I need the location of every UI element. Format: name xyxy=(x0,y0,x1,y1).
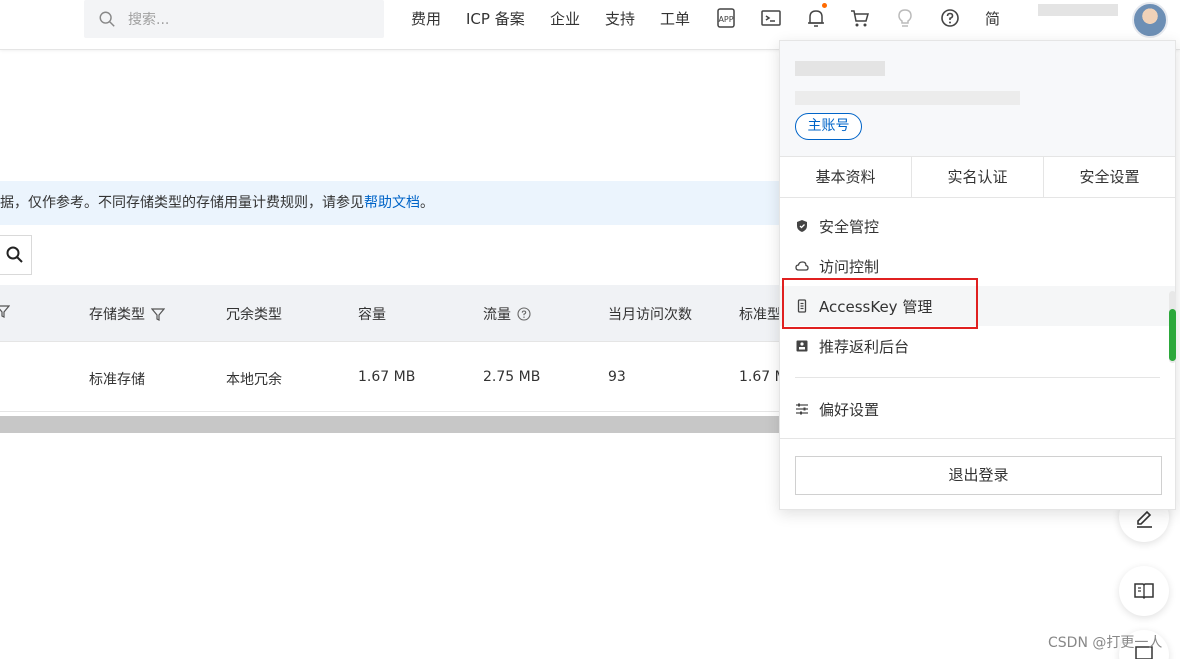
menu-item-label: 推荐返利后台 xyxy=(819,337,910,356)
menu-divider xyxy=(780,438,1175,439)
cell-capacity: 1.67 MB xyxy=(358,369,416,385)
nav-billing[interactable]: 费用 xyxy=(411,9,441,29)
nav-icp[interactable]: ICP 备案 xyxy=(466,9,525,29)
svg-text:APP: APP xyxy=(718,15,733,24)
cell-storage-type: 标准存储 xyxy=(89,372,145,388)
tab-security-settings[interactable]: 安全设置 xyxy=(1044,157,1175,197)
app-icon[interactable]: APP xyxy=(715,7,737,29)
menu-item-security-control[interactable]: 安全管控 xyxy=(780,206,1175,246)
menu-item-preferences[interactable]: 偏好设置 xyxy=(780,389,1175,429)
bell-icon[interactable] xyxy=(805,7,827,29)
account-info: 主账号 xyxy=(780,41,1175,156)
menu-item-label: 安全管控 xyxy=(819,217,880,236)
tab-real-name[interactable]: 实名认证 xyxy=(912,157,1044,197)
table-row: ) 标准存储 本地冗余 1.67 MB 2.75 MB 93 1.67 M xyxy=(0,342,787,412)
menu-item-rebate[interactable]: 推荐返利后台 xyxy=(780,326,1175,366)
help-doc-link[interactable]: 帮助文档 xyxy=(364,195,420,211)
header-capacity: 容量 xyxy=(358,307,386,323)
logout-button[interactable]: 退出登录 xyxy=(795,456,1162,495)
header-monthly-visits: 当月访问次数 xyxy=(608,307,692,323)
header-label: 流量 xyxy=(483,307,511,323)
filter-icon[interactable] xyxy=(0,304,10,318)
filter-icon[interactable] xyxy=(151,307,165,321)
help-icon[interactable] xyxy=(939,7,961,29)
dropdown-scrollbar-thumb[interactable] xyxy=(1169,309,1176,361)
menu-item-label: 偏好设置 xyxy=(819,400,880,419)
cart-icon[interactable] xyxy=(849,7,871,29)
search-input[interactable]: 搜索... xyxy=(84,0,384,38)
cell-traffic: 2.75 MB xyxy=(483,369,541,385)
rebate-icon xyxy=(796,340,808,352)
shield-icon xyxy=(797,220,807,232)
blurred-account-name xyxy=(795,61,885,76)
header-standard: 标准型 xyxy=(739,307,781,323)
table-header: 存储类型 冗余类型 容量 流量 当月访问次数 标准型 xyxy=(0,285,781,342)
main-account-badge: 主账号 xyxy=(795,113,862,140)
header-traffic: 流量 xyxy=(483,304,531,324)
watermark: CSDN @打更一人 xyxy=(1048,635,1163,651)
cell-redundancy: 本地冗余 xyxy=(226,372,282,388)
blurred-account-id xyxy=(795,91,1020,105)
terminal-icon[interactable] xyxy=(760,7,782,29)
nav-support[interactable]: 支持 xyxy=(605,9,635,29)
cloud-icon xyxy=(795,261,809,271)
user-dropdown-menu: 主账号 基本资料 实名认证 安全设置 安全管控 访问控制 AccessKey 管… xyxy=(779,40,1176,510)
account-tabs: 基本资料 实名认证 安全设置 xyxy=(780,156,1175,198)
header-redundancy: 冗余类型 xyxy=(226,307,282,323)
nav-simplified[interactable]: 简 xyxy=(985,9,1000,29)
help-icon[interactable] xyxy=(517,307,531,321)
notice-tail: 。 xyxy=(420,195,434,211)
sliders-icon xyxy=(796,403,808,415)
table-search-button[interactable] xyxy=(0,235,32,275)
info-notice: 据，仅作参考。不同存储类型的存储用量计费规则，请参见帮助文档。 xyxy=(0,181,780,225)
docs-button[interactable] xyxy=(1119,566,1169,616)
menu-divider xyxy=(795,377,1160,378)
lightbulb-icon[interactable] xyxy=(894,7,916,29)
cell-monthly-visits: 93 xyxy=(608,369,626,385)
header-storage-type[interactable]: 存储类型 xyxy=(89,304,165,324)
accesskey-highlight-box xyxy=(782,278,978,329)
nav-enterprise[interactable]: 企业 xyxy=(550,9,580,29)
avatar[interactable] xyxy=(1132,2,1168,38)
blurred-username xyxy=(1038,4,1118,16)
book-icon xyxy=(1134,583,1154,600)
header-label: 存储类型 xyxy=(89,307,145,323)
menu-item-label: 访问控制 xyxy=(819,257,880,276)
notice-text: 据，仅作参考。不同存储类型的存储用量计费规则，请参见 xyxy=(0,195,364,211)
horizontal-scrollbar[interactable] xyxy=(0,416,780,433)
tab-basic-info[interactable]: 基本资料 xyxy=(780,157,912,197)
search-placeholder: 搜索... xyxy=(128,12,170,28)
search-icon xyxy=(99,11,115,27)
notification-dot xyxy=(822,3,827,8)
search-icon xyxy=(6,246,23,263)
nav-tickets[interactable]: 工单 xyxy=(660,9,690,29)
